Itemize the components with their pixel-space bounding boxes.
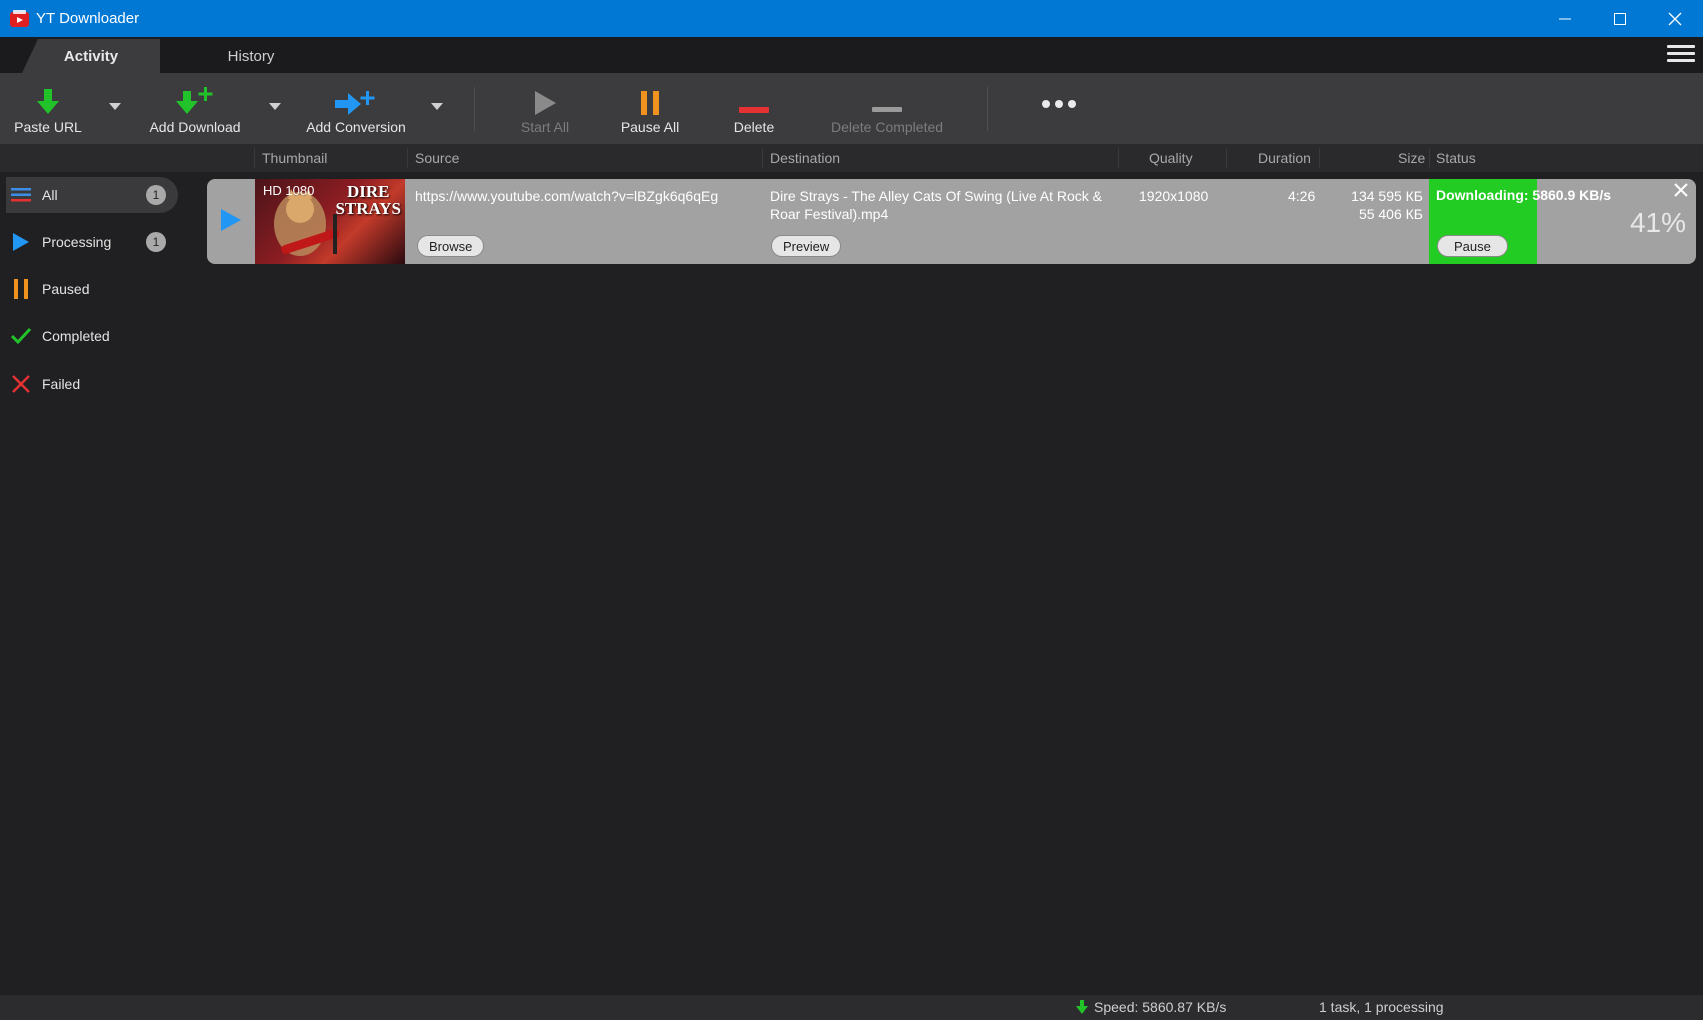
add-conversion-dropdown-icon[interactable]	[431, 103, 443, 110]
speed-indicator: Speed: 5860.87 KB/s	[1076, 999, 1226, 1015]
status-text: Downloading: 5860.9 KB/s	[1436, 187, 1612, 203]
more-dots-icon	[1042, 100, 1076, 108]
add-conversion-icon	[335, 91, 375, 115]
minimize-button[interactable]	[1537, 0, 1593, 37]
count-badge: 1	[146, 185, 166, 205]
sidebar-item-paused[interactable]: Paused	[6, 271, 178, 307]
size-value: 134 595 КБ 55 406 КБ	[1351, 188, 1423, 222]
task-row[interactable]: HD 1080 DIRE STRAYS https://www.youtube.…	[207, 179, 1696, 264]
add-download-dropdown-icon[interactable]	[269, 103, 281, 110]
toolbar-separator	[987, 87, 988, 131]
close-icon	[1668, 12, 1682, 25]
start-all-button[interactable]: Start All	[514, 73, 576, 144]
download-arrow-icon	[37, 89, 59, 114]
maximize-icon	[1614, 12, 1626, 25]
destination-filename: Dire Strays - The Alley Cats Of Swing (L…	[770, 188, 1102, 222]
add-download-icon	[176, 87, 213, 114]
add-conversion-button[interactable]: Add Conversion	[304, 73, 408, 144]
sidebar: All 1 Processing 1 Paused Completed Fail…	[0, 172, 190, 995]
close-icon[interactable]	[1674, 183, 1688, 197]
column-size[interactable]: Size	[1398, 150, 1425, 166]
app-logo-icon	[10, 10, 29, 27]
title-bar: YT Downloader	[0, 0, 1703, 37]
paste-url-dropdown-icon[interactable]	[109, 103, 121, 110]
column-thumbnail[interactable]: Thumbnail	[262, 150, 327, 166]
delete-completed-button[interactable]: Delete Completed	[826, 73, 948, 144]
quality-value: 1920x1080	[1139, 188, 1209, 204]
pause-icon	[641, 91, 659, 115]
source-url: https://www.youtube.com/watch?v=lBZgk6q6…	[415, 188, 719, 204]
play-icon[interactable]	[219, 207, 243, 233]
tab-strip: Activity History	[0, 37, 1703, 73]
minus-icon	[739, 107, 769, 113]
status-bar: Speed: 5860.87 KB/s 1 task, 1 processing	[0, 995, 1703, 1020]
sidebar-item-completed[interactable]: Completed	[6, 318, 178, 354]
sidebar-item-processing[interactable]: Processing 1	[6, 224, 178, 260]
column-destination[interactable]: Destination	[770, 150, 840, 166]
hamburger-menu-button[interactable]	[1667, 42, 1695, 68]
maximize-button[interactable]	[1592, 0, 1648, 37]
progress-percent: 41%	[1629, 207, 1686, 238]
hd-badge: HD 1080	[263, 183, 315, 198]
more-button[interactable]	[1040, 73, 1078, 144]
check-icon	[10, 325, 32, 347]
sidebar-item-all[interactable]: All 1	[6, 177, 178, 213]
hamburger-icon	[1667, 45, 1695, 48]
duration-value: 4:26	[1288, 188, 1316, 204]
tab-activity[interactable]: Activity	[22, 39, 160, 73]
close-button[interactable]	[1647, 0, 1703, 37]
sidebar-item-failed[interactable]: Failed	[6, 366, 178, 402]
browse-button[interactable]: Browse	[417, 235, 485, 257]
play-icon	[535, 91, 556, 115]
column-status[interactable]: Status	[1436, 150, 1476, 166]
list-icon	[10, 184, 32, 206]
pause-button[interactable]: Pause	[1437, 235, 1508, 257]
minimize-icon	[1559, 18, 1571, 19]
task-count: 1 task, 1 processing	[1319, 999, 1444, 1015]
column-quality[interactable]: Quality	[1149, 150, 1193, 166]
preview-button[interactable]: Preview	[771, 235, 842, 257]
pause-icon	[10, 278, 32, 300]
window-title: YT Downloader	[36, 10, 140, 27]
download-arrow-icon	[1076, 1000, 1088, 1014]
x-icon	[10, 373, 32, 395]
toolbar-separator	[474, 87, 475, 131]
play-icon	[10, 231, 32, 253]
toolbar: Paste URL Add Download Add Conversion St…	[0, 73, 1703, 144]
column-header: Thumbnail Source Destination Quality Dur…	[0, 144, 1703, 172]
thumbnail-title: DIRE STRAYS	[335, 182, 401, 218]
column-duration[interactable]: Duration	[1258, 150, 1311, 166]
minus-icon	[872, 107, 902, 112]
column-source[interactable]: Source	[415, 150, 459, 166]
delete-button[interactable]: Delete	[728, 73, 780, 144]
paste-url-button[interactable]: Paste URL	[12, 73, 84, 144]
video-thumbnail[interactable]: HD 1080 DIRE STRAYS	[255, 179, 405, 264]
count-badge: 1	[146, 232, 166, 252]
tab-history[interactable]: History	[182, 39, 320, 73]
add-download-button[interactable]: Add Download	[146, 73, 244, 144]
pause-all-button[interactable]: Pause All	[618, 73, 682, 144]
